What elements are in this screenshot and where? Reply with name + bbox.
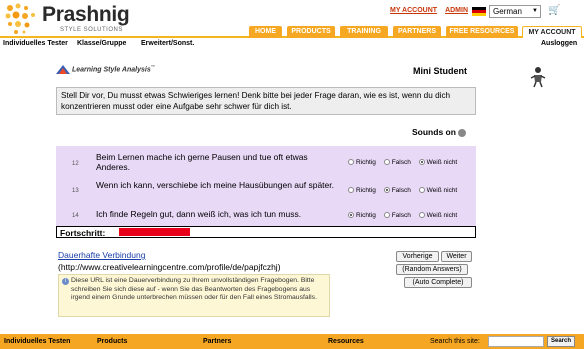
sounds-label: Sounds on — [412, 127, 456, 137]
lsa-logo-icon — [56, 64, 70, 74]
radio-richtig[interactable]: Richtig — [348, 187, 376, 194]
answer-options: Richtig Falsch Weiß nicht — [348, 187, 463, 194]
nav-products[interactable]: PRODUCTS — [287, 26, 335, 38]
question-text: Wenn ich kann, verschiebe ich meine Haus… — [96, 180, 334, 190]
radio-falsch[interactable]: Falsch — [383, 187, 411, 194]
nav-home[interactable]: HOME — [249, 26, 282, 38]
search-input[interactable] — [488, 336, 544, 347]
language-select[interactable]: German ▼ — [489, 5, 541, 18]
lsa-logo-text: Learning Style Analysis — [72, 66, 151, 74]
footer-individual-testing[interactable]: Individuelles Testen — [4, 338, 70, 345]
page: Prashnig STYLE SOLUTIONS MY ACCOUNT ADMIN… — [0, 0, 584, 349]
question-text: Beim Lernen mache ich gerne Pausen und t… — [96, 152, 308, 172]
subnav-extended[interactable]: Erweitert/Sonst. — [141, 40, 194, 47]
question-row: 13 Wenn ich kann, verschiebe ich meine H… — [56, 177, 476, 199]
subnav-individual-tester[interactable]: Individuelles Tester — [3, 40, 68, 47]
next-button[interactable]: Weiter — [441, 251, 472, 262]
progress-container: Fortschritt: — [56, 226, 476, 238]
nav-training[interactable]: TRAINING — [340, 26, 388, 38]
nav-partners[interactable]: PARTNERS — [393, 26, 441, 38]
speaker-icon — [457, 128, 466, 137]
radio-falsch[interactable]: Falsch — [383, 212, 411, 219]
radio-weiss-nicht[interactable]: Weiß nicht — [418, 212, 457, 219]
question-panel: 12 Beim Lernen mache ich gerne Pausen un… — [56, 146, 476, 226]
progress-bar — [119, 228, 190, 236]
logo-name: Prashnig — [42, 3, 130, 26]
footer-products[interactable]: Products — [97, 338, 127, 345]
sounds-toggle[interactable]: Sounds on — [412, 127, 466, 137]
subnav-class-group[interactable]: Klasse/Gruppe — [77, 40, 126, 47]
radio-falsch[interactable]: Falsch — [383, 159, 411, 166]
question-number: 12 — [72, 161, 79, 167]
progress-label: Fortschritt: — [60, 228, 106, 238]
footer-resources[interactable]: Resources — [328, 338, 364, 345]
radio-richtig[interactable]: Richtig — [348, 212, 376, 219]
radio-richtig[interactable]: Richtig — [348, 159, 376, 166]
url-info-note: i Diese URL ist eine Dauerverbindung zu … — [58, 274, 330, 317]
language-value: German — [493, 7, 522, 16]
sub-nav: Individuelles Tester Klasse/Gruppe Erwei… — [0, 40, 584, 49]
nav-my-account[interactable]: MY ACCOUNT — [522, 26, 582, 38]
lsa-logo: Learning Style Analysis™ — [56, 64, 155, 74]
nav-free-resources[interactable]: FREE RESOURCES — [446, 26, 518, 38]
radio-weiss-nicht[interactable]: Weiß nicht — [418, 159, 457, 166]
auto-complete-button[interactable]: (Auto Complete) — [404, 277, 472, 288]
footer-partners[interactable]: Partners — [203, 338, 231, 345]
permanent-url: (http://www.creativelearningcentre.com/p… — [58, 262, 281, 272]
random-answers-button[interactable]: (Random Answers) — [396, 264, 468, 275]
question-number: 14 — [72, 213, 79, 219]
intro-text: Stell Dir vor, Du musst etwas Schwierige… — [56, 87, 476, 115]
note-text: Diese URL ist eine Dauerverbindung zu Ih… — [71, 277, 317, 301]
search-label: Search this site: — [430, 338, 480, 345]
admin-link[interactable]: ADMIN — [445, 7, 468, 14]
question-number: 13 — [72, 188, 79, 194]
question-text: Ich finde Regeln gut, dann weiß ich, was… — [96, 209, 302, 219]
question-row: 14 Ich finde Regeln gut, dann weiß ich, … — [56, 204, 476, 226]
footer-bar: Individuelles Testen Products Partners R… — [0, 334, 584, 349]
cart-icon[interactable]: 🛒 — [548, 5, 560, 16]
permanent-link[interactable]: Dauerhafte Verbindung — [58, 250, 145, 260]
german-flag-icon — [472, 7, 486, 16]
logout-link[interactable]: Ausloggen — [541, 40, 577, 47]
answer-options: Richtig Falsch Weiß nicht — [348, 159, 463, 166]
previous-button[interactable]: Vorherige — [396, 251, 439, 262]
student-figure-icon — [530, 67, 546, 88]
my-account-link[interactable]: MY ACCOUNT — [390, 7, 437, 14]
radio-weiss-nicht[interactable]: Weiß nicht — [418, 187, 457, 194]
top-links: MY ACCOUNT ADMIN — [390, 7, 476, 14]
info-icon: i — [62, 278, 69, 285]
question-row: 12 Beim Lernen mache ich gerne Pausen un… — [56, 150, 476, 172]
main-nav: HOME PRODUCTS TRAINING PARTNERS FREE RES… — [0, 26, 584, 38]
mini-student-title: Mini Student — [413, 66, 467, 76]
search-button[interactable]: Search — [547, 336, 575, 347]
answer-options: Richtig Falsch Weiß nicht — [348, 212, 463, 219]
chevron-down-icon: ▼ — [532, 8, 538, 14]
